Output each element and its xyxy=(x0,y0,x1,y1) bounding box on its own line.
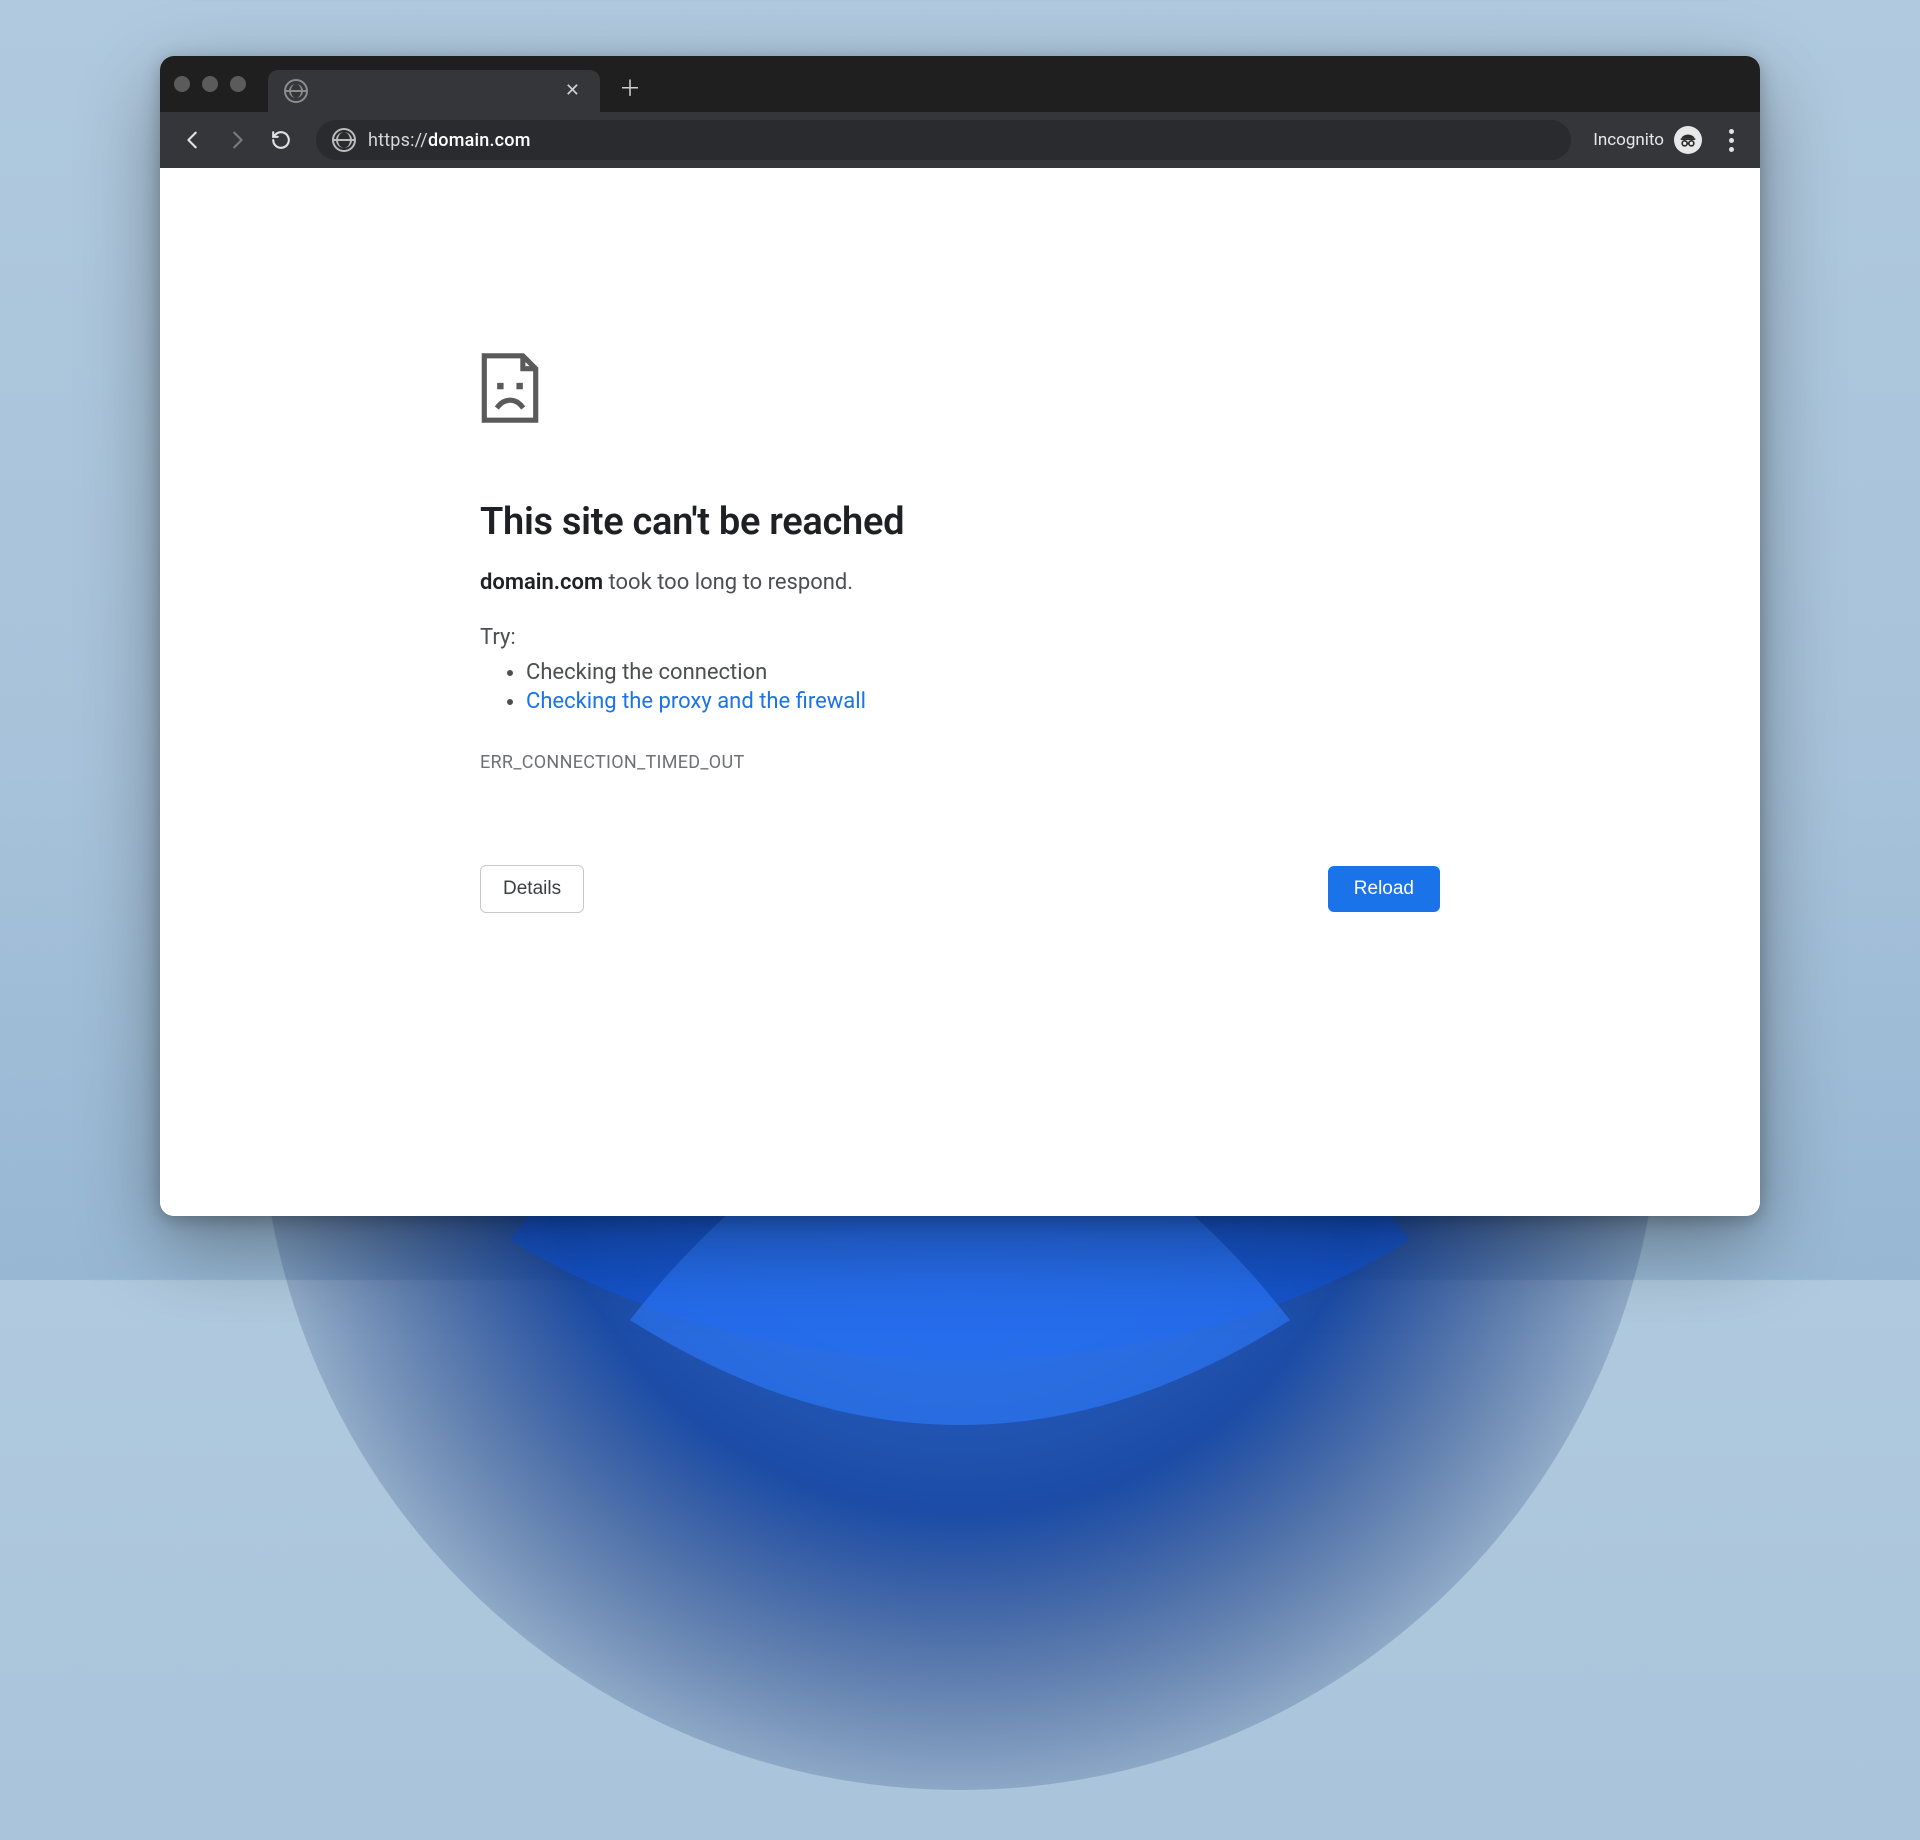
sad-file-icon xyxy=(480,352,540,424)
error-heading: This site can't be reached xyxy=(480,500,1440,544)
url-text: https://domain.com xyxy=(368,130,1555,151)
window-controls xyxy=(174,76,246,92)
error-panel: This site can't be reached domain.com to… xyxy=(480,352,1440,913)
menu-button[interactable] xyxy=(1716,121,1746,159)
error-code: ERR_CONNECTION_TIMED_OUT xyxy=(480,752,1440,773)
suggestion-item: Checking the proxy and the firewall xyxy=(526,687,1440,716)
suggestion-item: Checking the connection xyxy=(526,658,1440,687)
window-close-button[interactable] xyxy=(174,76,190,92)
incognito-icon xyxy=(1674,126,1702,154)
tab-strip: ✕ ＋ xyxy=(160,56,1760,112)
back-button[interactable] xyxy=(174,121,212,159)
proxy-firewall-link[interactable]: Checking the proxy and the firewall xyxy=(526,689,866,714)
browser-toolbar: https://domain.com Incognito xyxy=(160,112,1760,168)
browser-tab[interactable]: ✕ xyxy=(268,70,600,112)
reload-page-button[interactable]: Reload xyxy=(1328,866,1440,912)
forward-button xyxy=(218,121,256,159)
page-content: This site can't be reached domain.com to… xyxy=(160,168,1760,1216)
reload-button[interactable] xyxy=(262,121,300,159)
browser-window: ✕ ＋ https://domain.com Incognito xyxy=(160,56,1760,1216)
window-maximize-button[interactable] xyxy=(230,76,246,92)
address-bar[interactable]: https://domain.com xyxy=(316,120,1571,160)
close-tab-button[interactable]: ✕ xyxy=(561,78,584,104)
error-message: domain.com took too long to respond. xyxy=(480,570,1440,595)
try-label: Try: xyxy=(480,625,1440,650)
button-row: Details Reload xyxy=(480,865,1440,913)
globe-icon xyxy=(284,79,308,103)
new-tab-button[interactable]: ＋ xyxy=(610,67,650,107)
suggestion-list: Checking the connection Checking the pro… xyxy=(480,658,1440,716)
globe-icon xyxy=(332,128,356,152)
incognito-indicator[interactable]: Incognito xyxy=(1587,126,1708,154)
details-button[interactable]: Details xyxy=(480,865,584,913)
window-minimize-button[interactable] xyxy=(202,76,218,92)
incognito-label: Incognito xyxy=(1593,130,1664,150)
